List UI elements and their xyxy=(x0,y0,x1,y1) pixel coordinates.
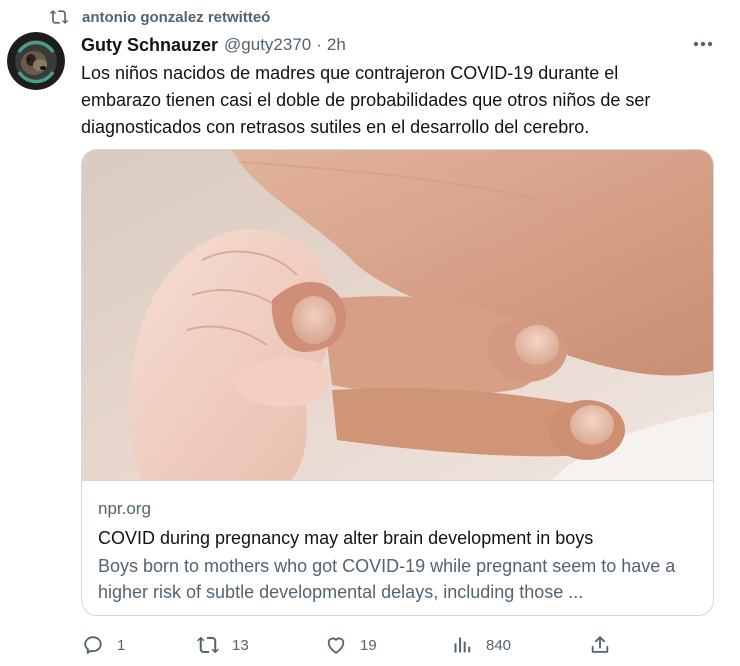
retweet-context[interactable]: antonio gonzalez retwitteó xyxy=(48,6,270,28)
tweet-actions: 1 13 19 840 xyxy=(81,632,721,658)
card-domain: npr.org xyxy=(98,499,151,518)
author-handle[interactable]: @guty2370 xyxy=(224,35,311,55)
views-chart-icon xyxy=(450,633,474,657)
views-count: 840 xyxy=(486,636,512,654)
more-dots-icon xyxy=(692,35,714,53)
tweet-header: Guty Schnauzer @guty2370 · 2h xyxy=(81,33,346,57)
reply-button[interactable]: 1 xyxy=(81,632,125,658)
like-count: 19 xyxy=(360,636,377,654)
header-separator: · xyxy=(316,35,322,54)
card-image[interactable] xyxy=(82,150,713,480)
card-description: Boys born to mothers who got COVID-19 wh… xyxy=(98,556,676,602)
baby-hand-holding-finger-photo xyxy=(82,150,713,480)
share-button[interactable] xyxy=(588,632,612,658)
reply-icon xyxy=(81,633,105,657)
retweet-icon xyxy=(196,633,220,657)
author-name[interactable]: Guty Schnauzer xyxy=(81,35,218,56)
heart-icon xyxy=(324,633,348,657)
more-options-button[interactable] xyxy=(688,31,718,57)
retweet-button[interactable]: 13 xyxy=(196,632,249,658)
like-button[interactable]: 19 xyxy=(324,632,377,658)
card-title: COVID during pregnancy may alter brain d… xyxy=(98,528,594,548)
retweet-icon xyxy=(48,6,70,28)
share-icon xyxy=(588,633,612,657)
avatar[interactable] xyxy=(7,32,65,90)
link-preview-card[interactable]: npr.org COVID during pregnancy may alter… xyxy=(81,149,714,616)
reply-count: 1 xyxy=(117,636,126,654)
views-button[interactable]: 840 xyxy=(450,632,511,658)
card-meta[interactable]: npr.org COVID during pregnancy may alter… xyxy=(82,480,713,615)
tweet-text: Los niños nacidos de madres que contraje… xyxy=(81,63,651,137)
retweet-count: 13 xyxy=(232,636,249,654)
retweet-label[interactable]: antonio gonzalez retwitteó xyxy=(82,9,270,26)
tweet-timestamp[interactable]: 2h xyxy=(327,35,346,55)
